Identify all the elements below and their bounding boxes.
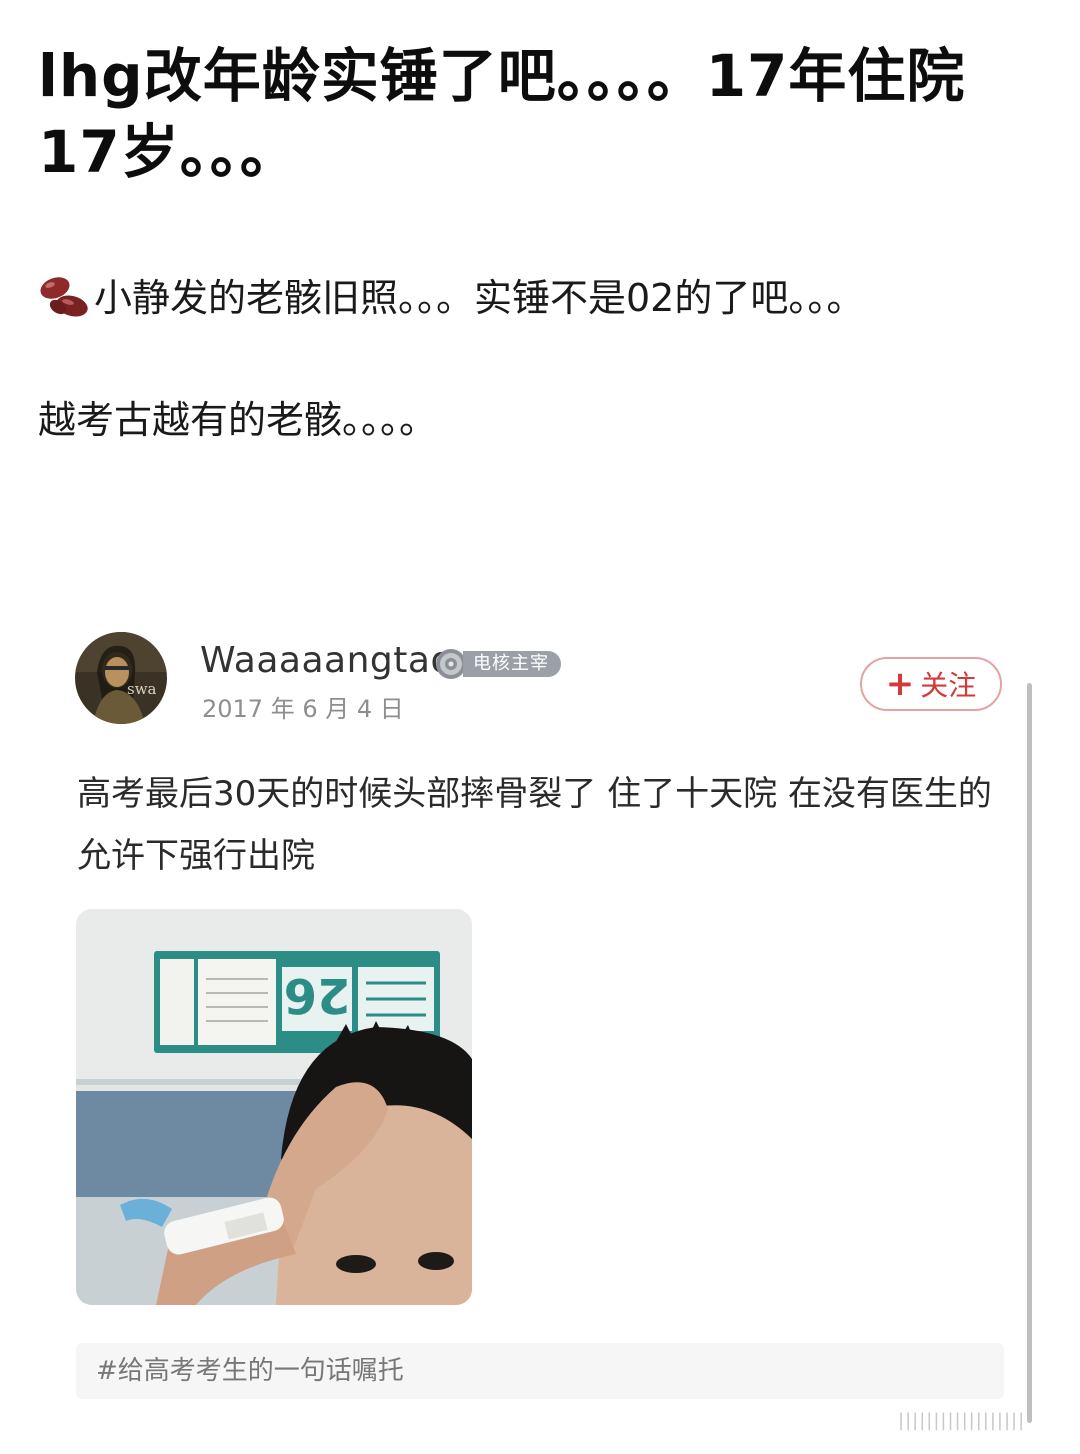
post-title: lhg改年龄实锤了吧。。。。17年住院17岁。。。: [38, 42, 966, 186]
scrollbar[interactable]: [1027, 683, 1032, 1423]
watermark: ||||||||||||||||||: [898, 1410, 1026, 1431]
avatar[interactable]: swa: [75, 632, 167, 724]
post-date: 2017 年 6 月 4 日: [202, 695, 404, 723]
post-paragraph-1-text: 小静发的老骸旧照。。。实锤不是02的了吧。。。: [94, 276, 865, 320]
svg-text:swa: swa: [127, 680, 157, 698]
room-number: 26: [284, 967, 351, 1023]
quoted-post-card: swa Waaaaangtao 电核主宰 2017 年 6 月 4 日 + 关注…: [40, 605, 1040, 1454]
post-paragraph-2: 越考古越有的老骸。。。。: [38, 398, 438, 442]
hospital-selfie-image: 26: [76, 909, 472, 1305]
quoted-post-text: 高考最后30天的时候头部摔骨裂了 住了十天院 在没有医生的允许下强行出院: [77, 774, 992, 876]
badge-label: 电核主宰: [463, 651, 561, 677]
follow-label: 关注: [920, 669, 977, 702]
avatar-image: swa: [75, 632, 167, 724]
author-name[interactable]: Waaaaangtao: [200, 640, 453, 681]
attached-photo[interactable]: 26: [76, 909, 472, 1305]
topic-tag[interactable]: #给高考考生的一句话嘱托: [76, 1343, 1004, 1399]
follow-button[interactable]: + 关注: [860, 657, 1002, 711]
post-paragraph-1: 小静发的老骸旧照。。。实锤不是02的了吧。。。: [38, 262, 938, 334]
user-badge: 电核主宰: [435, 648, 561, 680]
plus-icon: +: [885, 664, 915, 704]
bean-icon: [40, 277, 88, 317]
post-body: 小静发的老骸旧照。。。实锤不是02的了吧。。。 越考古越有的老骸。。。。: [38, 262, 938, 456]
